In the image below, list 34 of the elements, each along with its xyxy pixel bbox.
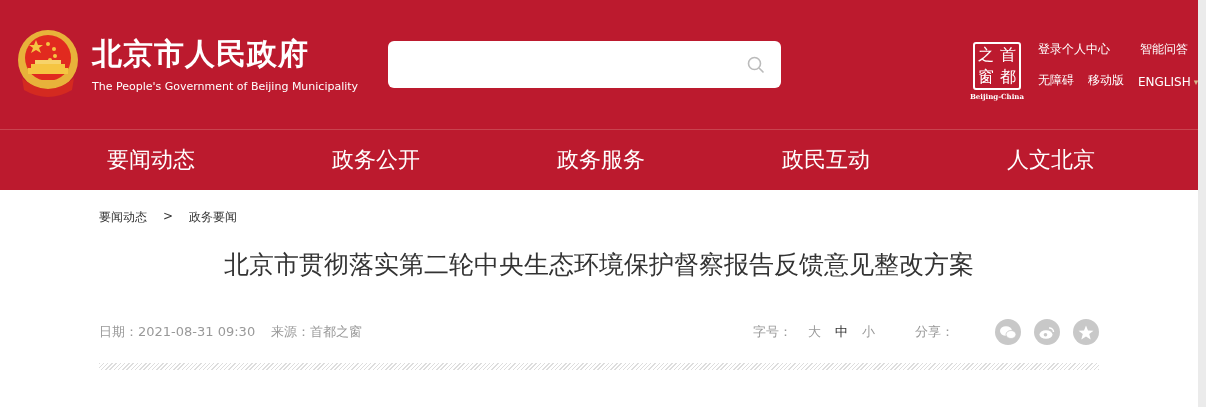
language-link[interactable]: ENGLISH ▾ (1138, 75, 1199, 89)
nav-item[interactable]: 要闻动态 (106, 145, 195, 175)
breadcrumb-link[interactable]: 政务要闻 (189, 209, 238, 226)
eye-swirl-icon (1039, 325, 1055, 339)
site-title: 北京市人民政府 (92, 35, 310, 72)
chat-bubbles-icon (1000, 325, 1016, 339)
nav-item[interactable]: 政务公开 (331, 145, 420, 175)
search-icon[interactable] (746, 55, 765, 74)
logo-mark[interactable]: 之 首 窗 都 (972, 42, 1021, 90)
header-link[interactable]: 无障碍 (1038, 72, 1074, 89)
header-link[interactable]: 智能问答 (1140, 41, 1188, 58)
article-title: 北京市贯彻落实第二轮中央生态环境保护督察报告反馈意见整改方案 (223, 249, 975, 281)
chat-share-button[interactable] (995, 319, 1021, 345)
nav-item[interactable]: 政务服务 (556, 145, 645, 175)
nav-item[interactable]: 政民互动 (781, 145, 870, 175)
search-field[interactable] (388, 41, 781, 88)
header-link[interactable]: 移动版 (1088, 72, 1124, 89)
logo-character: 窗 (976, 66, 995, 88)
breadcrumb-link[interactable]: 要闻动态 (99, 209, 147, 226)
logo-character: 之 (976, 44, 995, 66)
site-subtitle: The People's Government of Beijing Municipality (92, 79, 359, 93)
font-size-option[interactable]: 中 (835, 323, 848, 341)
article-source: 来源：首都之窗 (271, 323, 363, 341)
article-date: 日期：2021-08-31 09:30 (99, 323, 256, 341)
breadcrumb-separator: > (163, 209, 174, 225)
share-label: 分享： (915, 323, 954, 341)
font-size-label: 字号： (753, 323, 792, 341)
logo-character: 都 (998, 66, 1017, 88)
nav-item[interactable]: 人文北京 (1006, 145, 1095, 175)
star-icon (1078, 324, 1094, 340)
logo-character: 首 (998, 44, 1017, 66)
favorite-share-button[interactable] (1073, 319, 1099, 345)
weibo-share-button[interactable] (1034, 319, 1060, 345)
header-link[interactable]: 登录个人中心 (1038, 41, 1110, 58)
